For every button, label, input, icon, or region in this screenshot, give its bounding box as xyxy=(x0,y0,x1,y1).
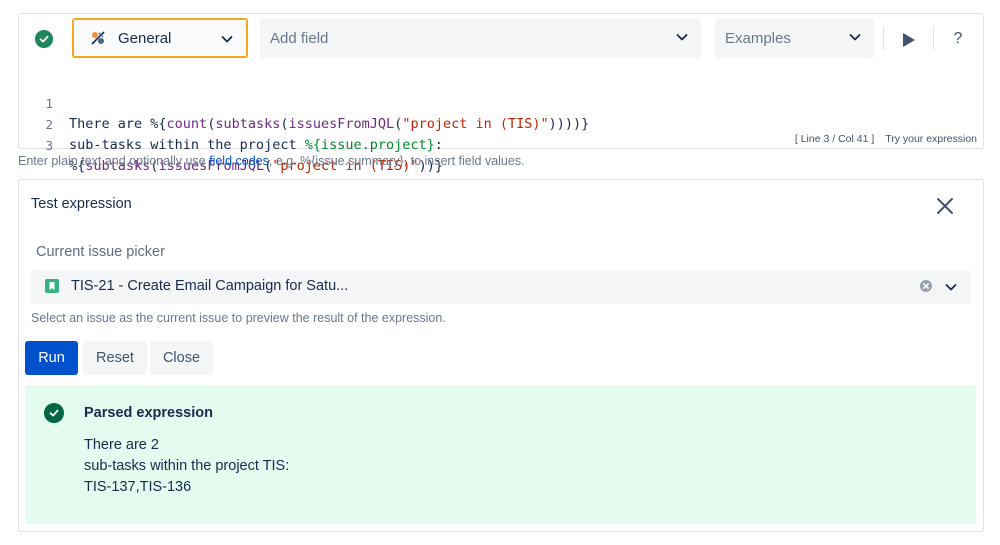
play-icon xyxy=(903,33,915,47)
help-button[interactable]: ? xyxy=(945,26,971,52)
editor-helper-text: Enter plain text and optionally use fiel… xyxy=(18,154,525,168)
close-icon[interactable] xyxy=(935,196,955,216)
add-field-placeholder: Add field xyxy=(270,29,329,47)
run-expression-button[interactable] xyxy=(894,26,922,54)
expression-editor: General Add field Examples ? 1 There are… xyxy=(18,13,984,174)
issue-picker[interactable]: TIS-21 - Create Email Campaign for Satu.… xyxy=(31,270,971,304)
test-expression-panel: Test expression Current issue picker TIS… xyxy=(18,179,984,532)
chevron-down-icon xyxy=(676,34,688,41)
chevron-down-icon[interactable] xyxy=(944,280,958,294)
valid-check-icon xyxy=(35,30,53,48)
general-dropdown-label: General xyxy=(118,29,172,47)
general-dropdown[interactable]: General xyxy=(72,18,248,58)
result-line: There are 2 xyxy=(84,437,159,453)
parsed-result: Parsed expression There are 2 sub-tasks … xyxy=(25,385,976,524)
result-body: There are 2 sub-tasks within the project… xyxy=(84,435,289,498)
chevron-down-icon xyxy=(221,36,233,43)
code-line: 2 sub-tasks within the project %{issue.p… xyxy=(19,93,983,153)
reset-button[interactable]: Reset xyxy=(83,341,147,375)
success-check-icon xyxy=(44,403,64,423)
toolbar-divider xyxy=(933,26,934,50)
editor-status: [ Line 3 / Col 41 ] Try your expression xyxy=(795,133,977,145)
run-button[interactable]: Run xyxy=(25,341,78,375)
issue-picker-help: Select an issue as the current issue to … xyxy=(31,311,446,325)
code-text: sub-tasks within the project %{issue.pro… xyxy=(69,137,443,153)
add-field-dropdown[interactable]: Add field xyxy=(260,18,701,58)
editor-toolbar: General Add field Examples ? xyxy=(19,14,983,64)
cursor-position: [ Line 3 / Col 41 ] xyxy=(794,133,875,145)
close-button[interactable]: Close xyxy=(150,341,213,375)
examples-label: Examples xyxy=(725,29,791,47)
result-line: TIS-137,TIS-136 xyxy=(84,479,192,495)
story-icon xyxy=(45,279,59,293)
code-line: 3 %{subtasks(issuesFromJQL("project in (… xyxy=(19,114,983,174)
chevron-down-icon xyxy=(849,34,861,41)
result-line: sub-tasks within the project TIS: xyxy=(84,458,290,474)
field-codes-link[interactable]: field codes xyxy=(209,154,269,168)
issue-picker-value: TIS-21 - Create Email Campaign for Satu.… xyxy=(71,278,349,294)
toolbar-divider xyxy=(883,26,884,50)
clear-icon[interactable] xyxy=(919,279,933,293)
code-area[interactable]: 1 There are %{count(subtasks(issuesFromJ… xyxy=(19,72,983,174)
panel-title: Test expression xyxy=(31,196,132,212)
general-category-icon xyxy=(91,31,105,45)
examples-dropdown[interactable]: Examples xyxy=(715,18,874,58)
result-title: Parsed expression xyxy=(84,405,213,421)
code-line: 1 There are %{count(subtasks(issuesFromJ… xyxy=(19,72,983,132)
try-expression-link[interactable]: Try your expression xyxy=(885,133,977,145)
line-number: 3 xyxy=(45,138,53,153)
issue-picker-label: Current issue picker xyxy=(36,244,165,260)
